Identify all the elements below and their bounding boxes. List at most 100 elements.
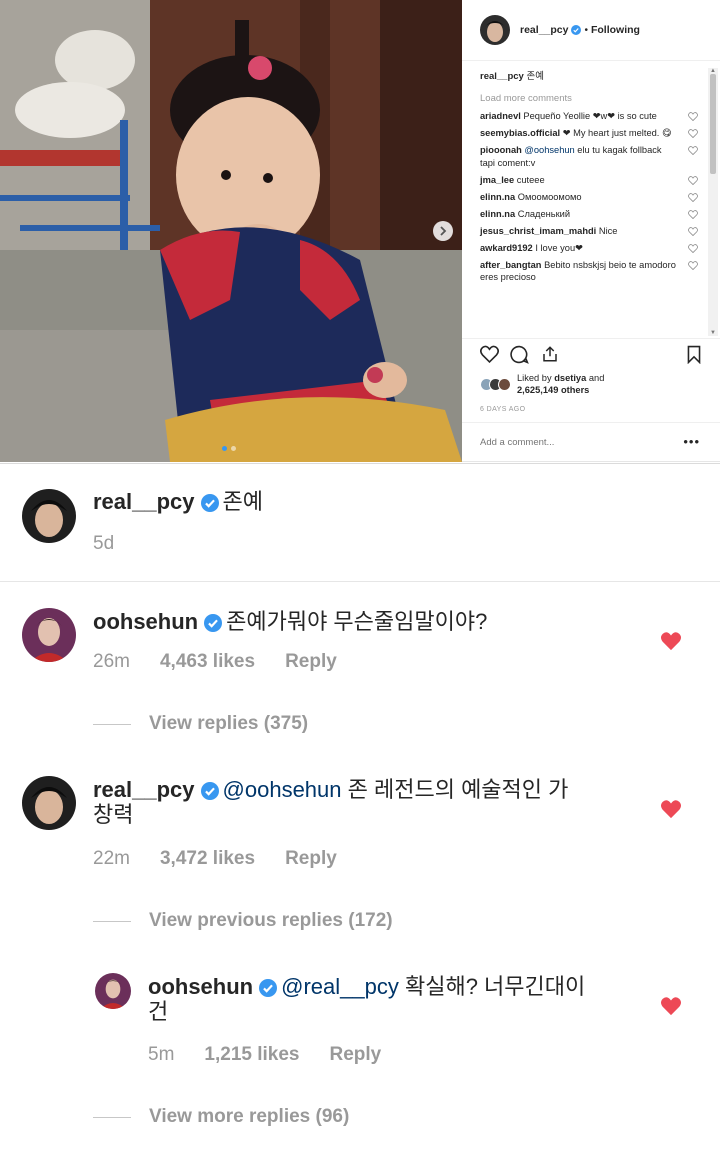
scroll-down-icon[interactable]: ▼ xyxy=(710,330,716,336)
reply-button[interactable]: Reply xyxy=(285,651,337,673)
comment-1-meta: 26m 4,463 likes Reply xyxy=(93,651,337,673)
post-timestamp: 6 DAYS AGO xyxy=(480,406,526,413)
mention-link[interactable]: @oohsehun xyxy=(223,777,342,802)
comment-row: elinn.na Сладенький xyxy=(480,208,706,221)
more-options-button[interactable]: ••• xyxy=(683,434,700,449)
post-caption: real__pcy 존예 xyxy=(480,70,706,83)
like-heart-filled-icon[interactable] xyxy=(660,631,682,651)
avatar-real-pcy xyxy=(480,15,510,45)
caption-meta: 5d xyxy=(93,533,114,555)
comment-username[interactable]: elinn.na xyxy=(480,209,515,219)
comment-body-continued: 건 xyxy=(148,999,169,1024)
add-comment-bar: ••• xyxy=(462,422,720,462)
comment-2-text: real__pcy @oohsehun 존 레전드의 예술적인 가 창력 xyxy=(93,777,623,827)
comment-button[interactable] xyxy=(510,345,529,369)
carousel-next-button[interactable] xyxy=(433,221,453,241)
comment-username[interactable]: ariadnevl xyxy=(480,111,521,121)
likes-count-link[interactable]: 2,625,149 others xyxy=(517,385,589,395)
post-photo[interactable] xyxy=(0,0,462,462)
divider xyxy=(0,581,720,582)
comment-body: 존 레전드의 예술적인 가 xyxy=(347,777,569,802)
liked-by-user-link[interactable]: dsetiya xyxy=(554,373,586,383)
comment-username[interactable]: oohsehun xyxy=(148,974,253,999)
comment-username[interactable]: seemybias.official xyxy=(480,128,560,138)
comment-likes-link[interactable]: 3,472 likes xyxy=(160,848,255,870)
comment-body: 존예가뭐야 무슨줄임말이야? xyxy=(226,609,488,634)
view-replies-button[interactable]: View replies (375) xyxy=(93,713,308,735)
comment-like-heart-icon[interactable] xyxy=(688,112,698,121)
mention-link[interactable]: @real__pcy xyxy=(281,974,399,999)
comment-row: piooonah @oohsehun elu tu kagak follback… xyxy=(480,144,706,169)
save-button[interactable] xyxy=(686,345,702,369)
comment-text: ❤ My heart just melted. 😋 xyxy=(562,128,672,138)
like-button[interactable] xyxy=(480,345,499,368)
comment-like-heart-icon[interactable] xyxy=(688,192,698,202)
comments-list: real__pcy 존예 Load more comments ariadnev… xyxy=(462,62,706,338)
like-heart-filled-icon[interactable] xyxy=(660,799,682,819)
reply-button[interactable]: Reply xyxy=(285,848,337,870)
scrollbar-thumb[interactable] xyxy=(710,74,716,174)
avatar[interactable] xyxy=(480,15,510,45)
view-previous-replies-button[interactable]: View previous replies (172) xyxy=(93,910,393,932)
comment-3-text: oohsehun @real__pcy 확실해? 너무긴대이건 xyxy=(148,974,623,1024)
comment-username[interactable]: jma_lee xyxy=(480,175,514,185)
heart-outline-icon xyxy=(480,345,499,364)
comment-username[interactable]: awkard9192 xyxy=(480,243,533,253)
comment-text: Омоомоомомо xyxy=(517,191,582,202)
comment-like-heart-icon[interactable] xyxy=(688,243,698,253)
comment-text: Pequeño Yeollie ❤w❤ is so cute xyxy=(523,111,657,121)
comments-scrollbar[interactable]: ▲ ▼ xyxy=(708,68,718,336)
avatar[interactable] xyxy=(95,973,131,1009)
comment-username[interactable]: elinn.na xyxy=(480,192,515,202)
like-heart-filled-icon[interactable] xyxy=(660,996,682,1016)
comment-username[interactable]: jesus_christ_imam_mahdi xyxy=(480,226,596,236)
comment-row: after_bangtan Bebito nsbskjsj beio te am… xyxy=(480,259,706,284)
comment-likes-link[interactable]: 1,215 likes xyxy=(204,1044,299,1066)
comment-like-heart-icon[interactable] xyxy=(688,175,698,185)
caption-username[interactable]: real__pcy xyxy=(480,71,524,82)
comment-row: awkard9192 I love you❤ xyxy=(480,242,706,255)
following-button[interactable]: Following xyxy=(591,24,640,36)
post-sidebar: real__pcy • Following real__pcy 존예 Load … xyxy=(462,0,720,462)
comment-username[interactable]: after_bangtan xyxy=(480,260,541,270)
comment-body: 확실해? 너무긴대이 xyxy=(404,974,586,999)
comment-time: 26m xyxy=(93,651,130,672)
comment-text: Nice xyxy=(598,225,618,236)
avatar-real-pcy xyxy=(22,489,76,543)
caption-time: 5d xyxy=(93,533,115,554)
comment-like-heart-icon[interactable] xyxy=(688,260,698,270)
caption-username[interactable]: real__pcy xyxy=(93,489,195,514)
caption-line: real__pcy 존예 xyxy=(93,489,263,514)
replies-line xyxy=(93,1116,131,1118)
avatar[interactable] xyxy=(22,608,76,662)
avatar[interactable] xyxy=(22,489,76,543)
comment-likes-link[interactable]: 4,463 likes xyxy=(160,651,255,673)
comment-username[interactable]: oohsehun xyxy=(93,609,198,634)
carousel-dots xyxy=(222,446,236,451)
view-more-replies-button[interactable]: View more replies (96) xyxy=(93,1106,349,1128)
avatar[interactable] xyxy=(22,776,76,830)
comment-icon xyxy=(510,345,529,364)
comment-3-meta: 5m 1,215 likes Reply xyxy=(148,1044,381,1066)
comment-like-heart-icon[interactable] xyxy=(688,146,698,155)
comment-like-heart-icon[interactable] xyxy=(688,226,698,236)
comment-like-heart-icon[interactable] xyxy=(688,209,698,219)
comment-text: cuteee xyxy=(516,174,545,185)
verified-badge-icon xyxy=(200,782,219,800)
comment-username[interactable]: piooonah xyxy=(480,145,522,155)
add-comment-input[interactable] xyxy=(480,437,660,448)
replies-line xyxy=(93,920,131,922)
comment-like-heart-icon[interactable] xyxy=(688,129,698,138)
liked-by-prefix: Liked by xyxy=(517,373,552,383)
view-replies-label: View replies (375) xyxy=(149,713,309,734)
liker-avatars xyxy=(480,377,511,391)
load-more-comments-link[interactable]: Load more comments xyxy=(480,93,706,104)
reply-button[interactable]: Reply xyxy=(330,1044,382,1066)
comment-username[interactable]: real__pcy xyxy=(93,777,195,802)
mention-link[interactable]: @oohsehun xyxy=(524,145,574,155)
share-icon xyxy=(543,346,557,362)
share-button[interactable] xyxy=(541,345,559,368)
verified-badge-icon xyxy=(204,614,223,632)
comment-1-text: oohsehun 존예가뭐야 무슨줄임말이야? xyxy=(93,609,487,634)
post-username[interactable]: real__pcy xyxy=(520,24,568,36)
